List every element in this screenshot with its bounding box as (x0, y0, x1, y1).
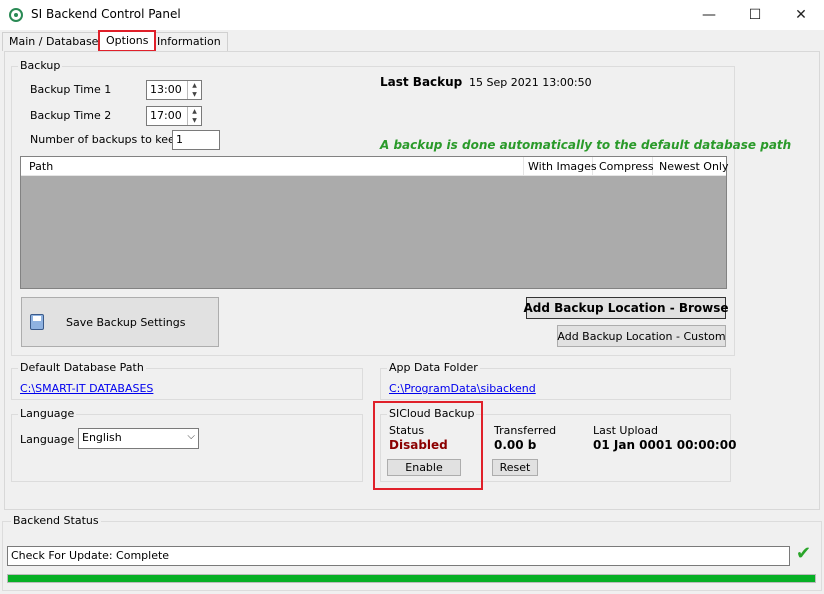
column-path[interactable]: Path (21, 157, 524, 176)
language-group-label: Language (18, 407, 77, 420)
add-backup-location-custom-button[interactable]: Add Backup Location - Custom (557, 325, 726, 347)
transferred-label: Transferred (494, 424, 557, 437)
backups-keep-input[interactable]: 1 (172, 130, 220, 150)
backup-time1-spinner[interactable]: 13:00 ▲ ▼ (146, 80, 202, 100)
add-backup-location-browse-button[interactable]: Add Backup Location - Browse (523, 297, 729, 319)
tab-strip: Main / Databases Information Options (0, 30, 824, 52)
last-upload-value: 01 Jan 0001 00:00:00 (593, 438, 737, 452)
backend-progress-bar (7, 574, 816, 583)
save-backup-settings-button[interactable]: Save Backup Settings (21, 297, 219, 347)
last-upload-label: Last Upload (593, 424, 658, 437)
backup-group-label: Backup (18, 59, 63, 72)
column-with-images[interactable]: With Images (524, 157, 597, 176)
last-backup-value: 15 Sep 2021 13:00:50 (469, 76, 592, 89)
backup-time2-spin-buttons[interactable]: ▲ ▼ (187, 107, 201, 125)
checkmark-icon: ✔ (796, 543, 812, 564)
transferred-value: 0.00 b (494, 438, 537, 452)
spin-down-icon[interactable]: ▼ (188, 90, 201, 99)
backup-list-header: Path With Images Compress Newest Only (21, 157, 729, 176)
tab-information[interactable]: Information (150, 32, 228, 51)
tab-options[interactable]: Options (98, 30, 157, 52)
backup-locations-list[interactable]: Path With Images Compress Newest Only (20, 156, 729, 289)
default-database-path-group: Default Database Path C:\SMART-IT DATABA… (11, 361, 363, 400)
tab-main-databases[interactable]: Main / Databases (2, 32, 112, 51)
save-backup-settings-label: Save Backup Settings (66, 315, 186, 329)
column-newest-only[interactable]: Newest Only (653, 157, 729, 176)
minimize-button[interactable]: — (686, 0, 732, 30)
backend-status-message: Check For Update: Complete (7, 546, 790, 566)
backup-time1-spin-buttons[interactable]: ▲ ▼ (187, 81, 201, 99)
sicloud-reset-button[interactable]: Reset (492, 459, 538, 476)
language-label: Language (20, 433, 75, 446)
backup-time1-value: 13:00 (150, 83, 182, 96)
default-database-path-link[interactable]: C:\SMART-IT DATABASES (20, 382, 153, 395)
maximize-button[interactable]: ☐ (732, 0, 778, 30)
close-button[interactable]: ✕ (778, 0, 824, 30)
app-data-folder-label: App Data Folder (387, 361, 480, 374)
app-icon (9, 8, 23, 22)
app-data-folder-link[interactable]: C:\ProgramData\sibackend (389, 382, 536, 395)
default-database-path-label: Default Database Path (18, 361, 146, 374)
window-title: SI Backend Control Panel (31, 7, 181, 21)
app-data-folder-group: App Data Folder C:\ProgramData\sibackend (380, 361, 731, 400)
floppy-disk-icon (30, 314, 44, 330)
title-bar: SI Backend Control Panel — ☐ ✕ (0, 0, 824, 30)
backup-time2-spinner[interactable]: 17:00 ▲ ▼ (146, 106, 202, 126)
spin-up-icon[interactable]: ▲ (188, 81, 201, 90)
language-select[interactable]: English ⌵ (78, 428, 199, 449)
backend-status-label: Backend Status (11, 514, 101, 527)
language-group: Language Language English ⌵ (11, 407, 363, 482)
backup-time1-label: Backup Time 1 (30, 83, 112, 96)
auto-backup-note: A backup is done automatically to the de… (380, 138, 792, 152)
backups-keep-label: Number of backups to keep (30, 133, 182, 146)
language-selected-value: English (82, 431, 122, 444)
backup-group: Backup Backup Time 1 13:00 ▲ ▼ Backup Tim… (11, 59, 791, 356)
column-compress[interactable]: Compress (593, 157, 654, 176)
chevron-down-icon[interactable]: ⌵ (187, 431, 195, 442)
spin-down-icon[interactable]: ▼ (188, 116, 201, 125)
options-panel: Backup Backup Time 1 13:00 ▲ ▼ Backup Tim… (4, 51, 820, 510)
spin-up-icon[interactable]: ▲ (188, 107, 201, 116)
backup-time2-label: Backup Time 2 (30, 109, 112, 122)
sicloud-highlight-box (373, 401, 483, 490)
last-backup-label: Last Backup (380, 75, 463, 89)
backup-time2-value: 17:00 (150, 109, 182, 122)
